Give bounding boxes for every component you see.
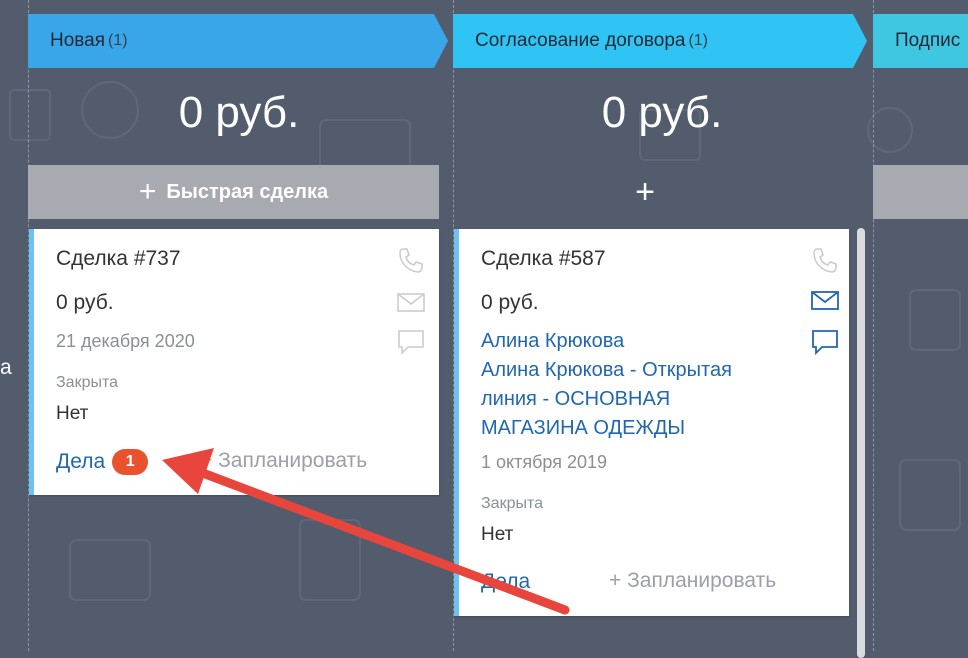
closed-label: Закрыта (56, 374, 119, 391)
stage-name: Согласование договора (475, 30, 686, 51)
deal-amount: 0 руб. (481, 291, 539, 314)
deal-card[interactable]: Сделка #737 0 руб. 21 декабря 2020 Закры… (29, 229, 439, 495)
deal-title[interactable]: Сделка #587 (481, 247, 606, 271)
plus-icon: + (138, 175, 157, 208)
chat-icon[interactable] (810, 327, 840, 357)
contact-link[interactable]: Алина Крюкова (481, 327, 624, 356)
stage-header-sign[interactable]: Подпис (895, 14, 960, 68)
stage-count: (1) (108, 32, 128, 49)
stage-name: Подпис (895, 30, 961, 51)
deal-card[interactable]: Сделка #587 0 руб. Алина Крюкова Алина К… (454, 229, 849, 616)
quick-deal-button-sign[interactable] (873, 165, 968, 219)
tasks-label: Дела (481, 570, 531, 593)
side-text: a (0, 356, 12, 379)
quick-deal-button[interactable]: + Быстрая сделка (28, 165, 439, 219)
tasks-label: Дела (56, 450, 106, 473)
add-deal-button[interactable]: + (625, 170, 665, 214)
stage-name: Новая (50, 30, 106, 51)
mail-icon[interactable] (396, 287, 426, 317)
mail-icon[interactable] (810, 285, 840, 315)
chat-icon[interactable] (396, 327, 426, 357)
tasks-count-badge: 1 (112, 449, 149, 475)
stage-sum: 0 руб. (601, 88, 723, 137)
closed-value: Нет (56, 403, 89, 424)
column-divider (873, 0, 874, 651)
stage-header-contract[interactable]: Согласование договора (1) (475, 14, 708, 68)
deal-date: 1 октября 2019 (481, 452, 607, 472)
stage-sum: 0 руб. (178, 88, 300, 137)
stage-count: (1) (688, 32, 709, 49)
quick-deal-label: Быстрая сделка (166, 180, 329, 203)
lead-link-line2[interactable]: линия - ОСНОВНАЯ (481, 385, 670, 414)
deal-title[interactable]: Сделка #737 (56, 247, 181, 271)
closed-value: Нет (481, 524, 514, 545)
lead-link-line1[interactable]: Алина Крюкова - Открытая (481, 356, 732, 385)
tasks-link[interactable]: Дела (481, 570, 530, 594)
closed-label: Закрыта (481, 495, 544, 512)
deal-date: 21 декабря 2020 (56, 331, 195, 351)
tasks-link[interactable]: Дела 1 (56, 449, 149, 475)
phone-icon[interactable] (396, 245, 426, 275)
column-scrollbar[interactable] (857, 228, 865, 658)
lead-link-line3[interactable]: МАГАЗИНА ОДЕЖДЫ (481, 414, 685, 443)
stage-header-new[interactable]: Новая (1) (50, 14, 128, 68)
schedule-button[interactable]: + Запланировать (609, 569, 776, 593)
phone-icon[interactable] (810, 245, 840, 275)
schedule-button[interactable]: + Запланировать (200, 449, 367, 473)
deal-amount: 0 руб. (56, 291, 114, 314)
